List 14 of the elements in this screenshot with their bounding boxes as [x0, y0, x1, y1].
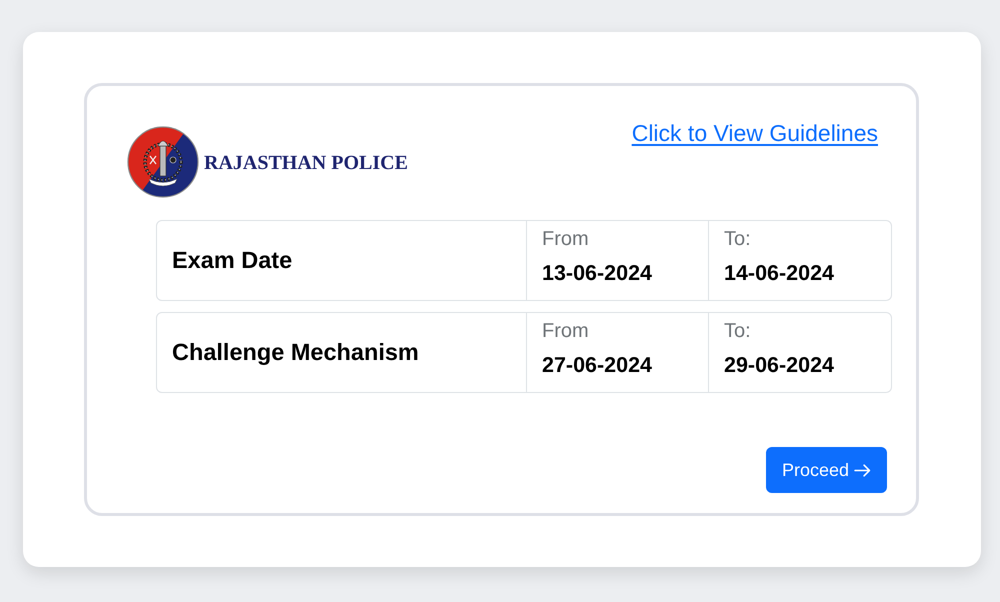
- date-value: 13-06-2024: [542, 261, 652, 285]
- date-label: To:: [724, 319, 751, 343]
- date-label: To:: [724, 227, 751, 251]
- arrow-right-icon: [854, 464, 871, 476]
- date-label: From: [542, 227, 589, 251]
- logo-title: RAJASTHAN POLICE: [204, 152, 408, 174]
- date-label: From: [542, 319, 589, 343]
- date-value: 29-06-2024: [724, 353, 834, 377]
- guidelines-link[interactable]: Click to View Guidelines: [632, 120, 878, 147]
- proceed-button[interactable]: Proceed: [766, 447, 887, 493]
- row-label: Challenge Mechanism: [172, 339, 419, 366]
- date-value: 27-06-2024: [542, 353, 652, 377]
- row-label: Exam Date: [172, 247, 292, 274]
- date-value: 14-06-2024: [724, 261, 834, 285]
